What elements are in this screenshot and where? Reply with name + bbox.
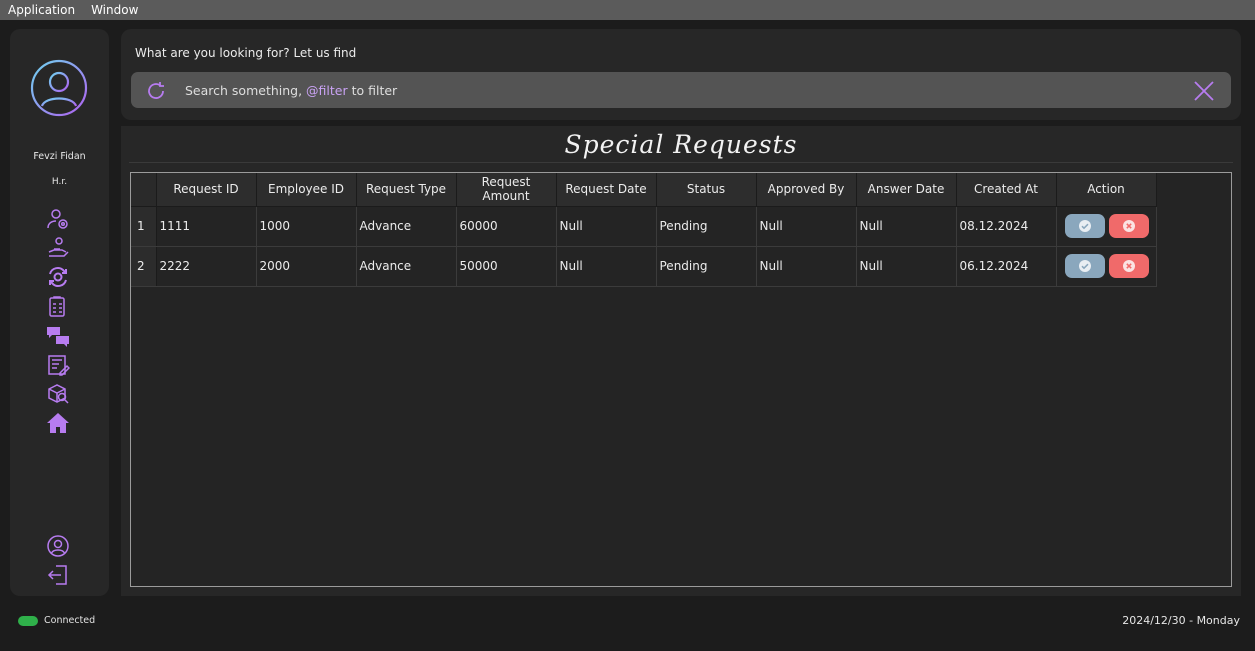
x-circle-icon — [1123, 220, 1136, 232]
table-cell[interactable]: 1111 — [156, 206, 257, 247]
table-cell[interactable]: 2000 — [256, 246, 357, 287]
connection-status-indicator — [18, 616, 38, 626]
table-cell[interactable]: 06.12.2024 — [956, 246, 1057, 287]
approve-button[interactable] — [1064, 254, 1105, 278]
table-cell[interactable]: Advance — [356, 246, 457, 287]
user-settings-icon[interactable] — [46, 207, 70, 231]
action-cell — [1056, 206, 1157, 247]
user-role: H.r. — [51, 177, 68, 187]
table-row[interactable]: 1 1111 1000 Advance 60000 Null Pending N… — [131, 206, 1157, 247]
check-circle-icon — [1078, 260, 1091, 272]
column-header[interactable]: Request ID — [156, 173, 257, 207]
clear-search-icon[interactable] — [1193, 80, 1215, 102]
sidebar: Fevzi Fidan H.r. — [10, 29, 109, 596]
table-header-row: Request ID Employee ID Request Type Requ… — [131, 173, 1157, 207]
table-cell[interactable]: 50000 — [456, 246, 557, 287]
search-panel: What are you looking for? Let us find Se… — [121, 29, 1241, 120]
table-cell[interactable]: Null — [756, 206, 857, 247]
sync-gear-icon[interactable] — [46, 265, 70, 289]
box-search-icon[interactable] — [46, 382, 70, 406]
menu-bar: Application Window — [0, 0, 1255, 20]
logout-icon[interactable] — [46, 563, 70, 587]
table-cell[interactable]: Null — [856, 206, 957, 247]
user-avatar-icon — [30, 59, 88, 117]
approve-button[interactable] — [1064, 214, 1105, 238]
table-corner — [131, 173, 157, 207]
chat-icon[interactable] — [46, 324, 70, 348]
table-cell[interactable]: 60000 — [456, 206, 557, 247]
table-cell[interactable]: 1000 — [256, 206, 357, 247]
search-input[interactable]: Search something, @filter to filter — [131, 72, 1231, 108]
table-cell[interactable]: Null — [556, 246, 657, 287]
table-cell[interactable]: Pending — [656, 206, 757, 247]
check-circle-icon — [1078, 220, 1091, 232]
connection-status-text: Connected — [44, 615, 96, 626]
refresh-icon[interactable] — [145, 80, 167, 102]
column-header[interactable]: Action — [1056, 173, 1157, 207]
table-cell[interactable]: Null — [856, 246, 957, 287]
profile-icon[interactable] — [46, 534, 70, 558]
reject-button[interactable] — [1109, 214, 1150, 238]
user-name: Fevzi Fidan — [33, 151, 86, 162]
table-cell[interactable]: Null — [556, 206, 657, 247]
table-cell[interactable]: Null — [756, 246, 857, 287]
main-panel: Special Requests Request ID Employee ID … — [121, 126, 1241, 596]
table-cell[interactable]: 2222 — [156, 246, 257, 287]
filter-keyword: @filter — [306, 83, 348, 98]
table-cell[interactable]: Pending — [656, 246, 757, 287]
row-number: 1 — [131, 206, 157, 247]
row-number: 2 — [131, 246, 157, 287]
column-header[interactable]: Request Date — [556, 173, 657, 207]
form-edit-icon[interactable] — [46, 353, 70, 377]
page-title: Special Requests — [564, 130, 798, 159]
menu-window[interactable]: Window — [83, 0, 146, 20]
document-checklist-icon[interactable] — [46, 295, 70, 319]
action-cell — [1056, 246, 1157, 287]
column-header[interactable]: Answer Date — [856, 173, 957, 207]
column-header[interactable]: Request Type — [356, 173, 457, 207]
current-date: 2024/12/30 - Monday — [1122, 614, 1240, 627]
table-row[interactable]: 2 2222 2000 Advance 50000 Null Pending N… — [131, 246, 1157, 287]
reject-button[interactable] — [1109, 254, 1150, 278]
hand-user-icon[interactable] — [46, 236, 70, 260]
requests-table-frame: Request ID Employee ID Request Type Requ… — [130, 172, 1232, 587]
title-divider — [129, 162, 1233, 163]
column-header[interactable]: Status — [656, 173, 757, 207]
table-cell[interactable]: Advance — [356, 206, 457, 247]
column-header[interactable]: Created At — [956, 173, 1057, 207]
column-header[interactable]: Request Amount — [456, 173, 557, 207]
requests-table: Request ID Employee ID Request Type Requ… — [131, 173, 1157, 287]
home-icon[interactable] — [46, 411, 70, 435]
x-circle-icon — [1123, 260, 1136, 272]
menu-application[interactable]: Application — [0, 0, 83, 20]
search-prompt: What are you looking for? Let us find — [135, 46, 357, 60]
table-cell[interactable]: 08.12.2024 — [956, 206, 1057, 247]
column-header[interactable]: Approved By — [756, 173, 857, 207]
column-header[interactable]: Employee ID — [256, 173, 357, 207]
search-placeholder: Search something, @filter to filter — [185, 83, 398, 98]
